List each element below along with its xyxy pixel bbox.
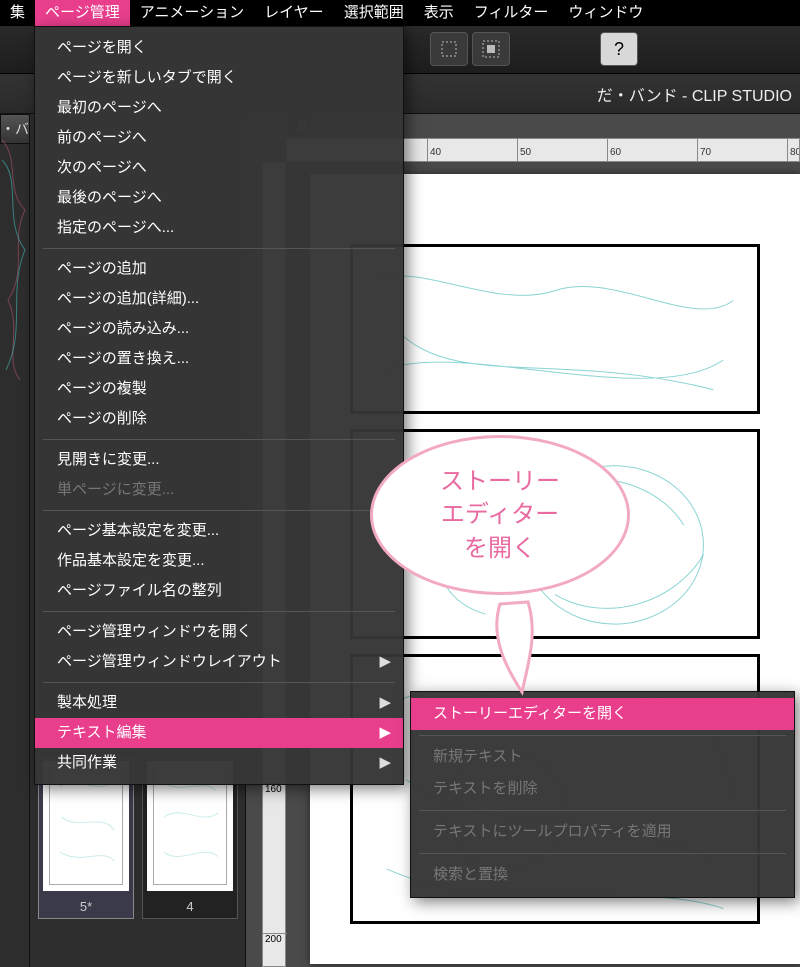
menu-item: 単ページに変更... — [35, 475, 403, 505]
menu-item[interactable]: ページを開く — [35, 33, 403, 63]
menu-filter[interactable]: フィルター — [464, 0, 559, 26]
menu-item[interactable]: 見開きに変更... — [35, 445, 403, 475]
menu-item[interactable]: 最後のページへ — [35, 183, 403, 213]
menu-animation[interactable]: アニメーション — [130, 0, 254, 26]
menu-item[interactable]: ページの複製 — [35, 374, 403, 404]
menu-item[interactable]: テキスト編集▶ — [35, 718, 403, 748]
menu-item[interactable]: ページの置き換え... — [35, 344, 403, 374]
submenu-arrow-icon: ▶ — [379, 651, 391, 673]
menu-item[interactable]: ページの追加 — [35, 254, 403, 284]
submenu-item[interactable]: ストーリーエディターを開く — [411, 698, 794, 730]
submenu-arrow-icon: ▶ — [379, 722, 391, 744]
decorative-sketch — [0, 130, 30, 380]
document-title: だ・バンド - CLIP STUDIO — [597, 82, 792, 106]
selection-tool-2-icon[interactable] — [472, 32, 510, 66]
menu-item[interactable]: ページの読み込み... — [35, 314, 403, 344]
annotation-text: ストーリー エディター を開く — [370, 435, 630, 595]
menu-bar: 集 ページ管理 アニメーション レイヤー 選択範囲 表示 フィルター ウィンドウ — [0, 0, 800, 26]
menu-item[interactable]: 前のページへ — [35, 123, 403, 153]
menu-item[interactable]: ページの追加(詳細)... — [35, 284, 403, 314]
submenu-arrow-icon: ▶ — [379, 752, 391, 774]
menu-page-management[interactable]: ページ管理 — [35, 0, 130, 26]
menu-item[interactable]: 共同作業▶ — [35, 748, 403, 778]
menu-edit[interactable]: 集 — [0, 0, 35, 26]
menu-layer[interactable]: レイヤー — [254, 0, 334, 26]
menu-item[interactable]: ページ基本設定を変更... — [35, 516, 403, 546]
thumbnail-label: 5* — [39, 895, 133, 918]
page-management-dropdown[interactable]: ページを開くページを新しいタブで開く最初のページへ前のページへ次のページへ最後の… — [34, 26, 404, 785]
text-edit-submenu[interactable]: ストーリーエディターを開く新規テキストテキストを削除テキストにツールプロパティを… — [410, 691, 795, 898]
help-button[interactable]: ? — [600, 32, 638, 66]
selection-tool-icon[interactable] — [430, 32, 468, 66]
menu-item[interactable]: ページを新しいタブで開く — [35, 63, 403, 93]
menu-item[interactable]: 最初のページへ — [35, 93, 403, 123]
menu-item[interactable]: 指定のページへ... — [35, 213, 403, 243]
help-icon: ? — [614, 39, 624, 60]
menu-item[interactable]: 製本処理▶ — [35, 688, 403, 718]
menu-item[interactable]: ページ管理ウィンドウを開く — [35, 617, 403, 647]
submenu-item: 新規テキスト — [411, 741, 794, 773]
menu-item[interactable]: 次のページへ — [35, 153, 403, 183]
submenu-arrow-icon: ▶ — [379, 692, 391, 714]
submenu-item: テキストを削除 — [411, 773, 794, 805]
menu-item[interactable]: 作品基本設定を変更... — [35, 546, 403, 576]
bubble-tail-icon — [480, 596, 560, 696]
annotation-bubble: ストーリー エディター を開く — [370, 435, 640, 621]
menu-selection[interactable]: 選択範囲 — [334, 0, 414, 26]
submenu-item: 検索と置換 — [411, 859, 794, 891]
menu-window[interactable]: ウィンドウ — [558, 0, 653, 26]
menu-item[interactable]: ページ管理ウィンドウレイアウト▶ — [35, 647, 403, 677]
thumbnail-label: 4 — [143, 895, 237, 918]
menu-item[interactable]: ページの削除 — [35, 404, 403, 434]
menu-item[interactable]: ページファイル名の整列 — [35, 576, 403, 606]
menu-view[interactable]: 表示 — [414, 0, 464, 26]
submenu-item: テキストにツールプロパティを適用 — [411, 816, 794, 848]
